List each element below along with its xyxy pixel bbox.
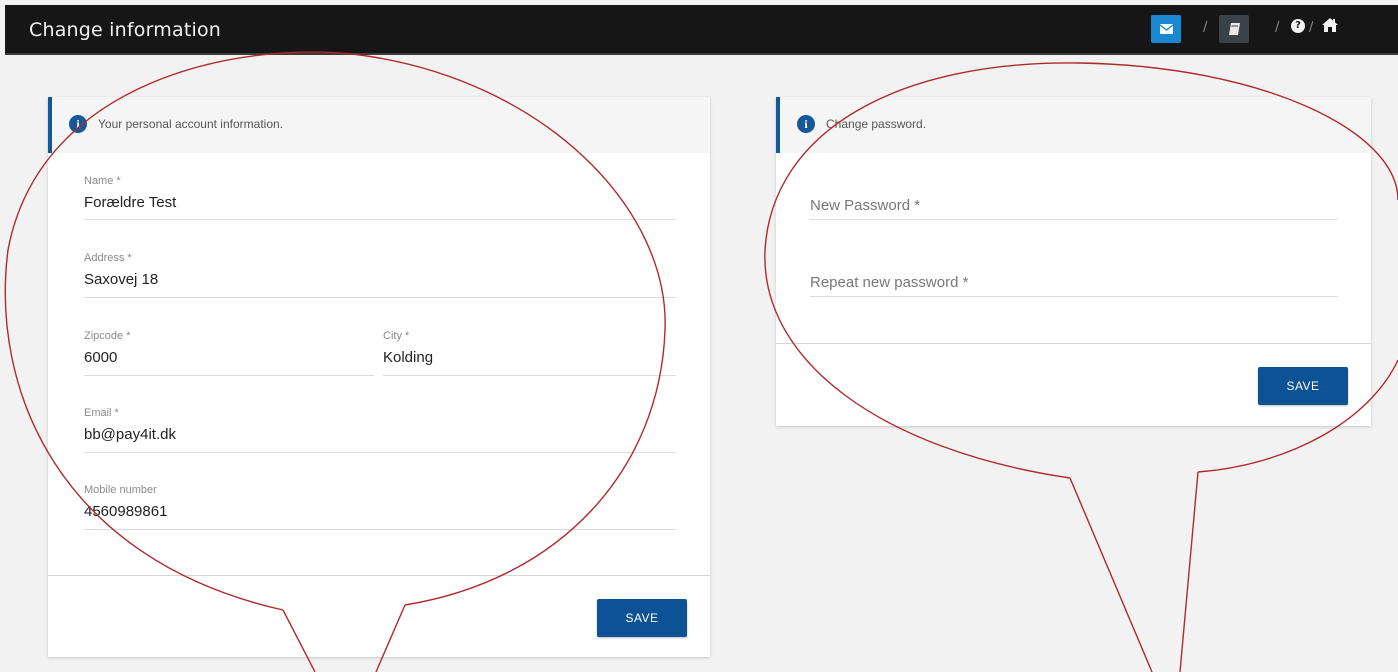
divider (776, 343, 1371, 344)
top-bar: Change information / / ? / (5, 5, 1398, 55)
repeat-password-placeholder: Repeat new password * (810, 274, 969, 291)
zipcode-label: Zipcode * (84, 330, 131, 342)
new-password-field[interactable]: New Password * (810, 197, 1338, 220)
mobile-label: Mobile number (84, 484, 157, 496)
save-password-button[interactable]: SAVE (1258, 367, 1348, 405)
city-field[interactable]: City * Kolding (383, 330, 676, 376)
info-icon: i (69, 115, 87, 133)
email-label: Email * (84, 407, 119, 419)
name-field[interactable]: Name * Forældre Test (84, 175, 676, 220)
right-callout-tail (1069, 471, 1199, 672)
address-label: Address * (84, 252, 132, 264)
book-button[interactable] (1219, 15, 1249, 43)
book-icon (1228, 23, 1240, 35)
change-password-header: i Change password. (776, 97, 1371, 153)
zipcode-field[interactable]: Zipcode * 6000 (84, 330, 374, 376)
account-info-header: i Your personal account information. (48, 97, 710, 153)
separator: / (1309, 20, 1314, 35)
page-title: Change information (29, 19, 222, 41)
divider (48, 575, 710, 576)
change-password-card: i Change password. New Password * Repeat… (776, 97, 1371, 426)
address-field[interactable]: Address * Saxovej 18 (84, 252, 676, 298)
separator: / (1275, 20, 1280, 35)
address-value: Saxovej 18 (84, 271, 159, 288)
email-value: bb@pay4it.dk (84, 426, 176, 443)
change-password-text: Change password. (826, 117, 927, 131)
repeat-password-field[interactable]: Repeat new password * (810, 274, 1338, 297)
home-icon[interactable] (1321, 17, 1339, 33)
info-icon: i (797, 115, 815, 133)
name-value: Forældre Test (84, 194, 177, 211)
save-account-button[interactable]: SAVE (597, 599, 687, 637)
account-info-card: i Your personal account information. Nam… (48, 97, 710, 657)
name-label: Name * (84, 175, 121, 187)
help-icon[interactable]: ? (1291, 19, 1305, 33)
separator: / (1203, 20, 1208, 35)
city-value: Kolding (383, 349, 434, 366)
mobile-value: 4560989861 (84, 503, 168, 520)
account-info-text: Your personal account information. (98, 117, 284, 131)
mail-icon (1159, 24, 1173, 34)
new-password-placeholder: New Password * (810, 197, 921, 214)
mail-button[interactable] (1151, 15, 1181, 43)
zipcode-value: 6000 (84, 349, 118, 366)
email-field[interactable]: Email * bb@pay4it.dk (84, 407, 676, 453)
mobile-field[interactable]: Mobile number 4560989861 (84, 484, 676, 530)
city-label: City * (383, 330, 410, 342)
